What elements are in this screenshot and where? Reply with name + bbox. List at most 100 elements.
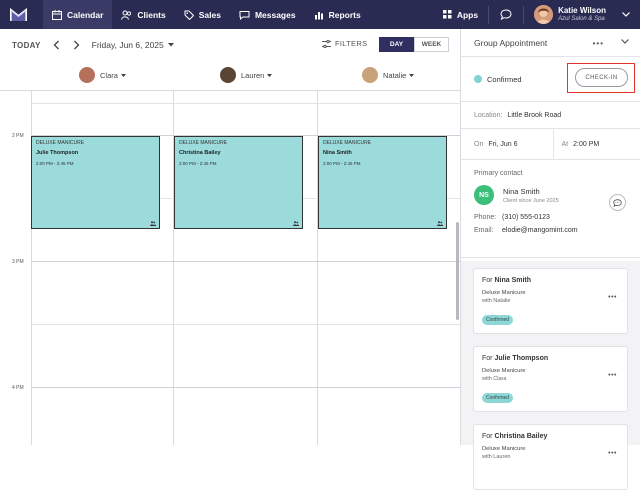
date-cell[interactable]: On Fri, Jun 6	[461, 129, 553, 159]
appointment-block[interactable]: DELUXE MANICURE Julie Thompson 2:00 PM -…	[31, 136, 160, 229]
appointment-time: 2:00 PM - 2:45 PM	[323, 161, 442, 166]
chat-bubble-icon	[613, 199, 622, 207]
user-business: Azul Salon & Spa	[558, 15, 606, 23]
time-label: 4 PM	[12, 385, 24, 391]
appointment-client: Nina Smith	[323, 150, 442, 156]
card-for-label: For	[482, 277, 493, 284]
contact-heading: Primary contact	[474, 170, 627, 177]
email-label: Email:	[474, 227, 502, 234]
nav-sales[interactable]: Sales	[175, 0, 230, 29]
location-label: Location:	[474, 112, 502, 119]
on-value: Fri, Jun 6	[488, 141, 517, 148]
contact-since: Client since June 2025	[503, 198, 559, 204]
status-text: Confirmed	[487, 75, 522, 84]
user-avatar	[534, 5, 553, 24]
filters-button[interactable]: FILTERS	[322, 39, 367, 48]
staff-column-clara[interactable]: Clara	[79, 67, 126, 83]
today-button[interactable]: TODAY	[12, 41, 41, 50]
card-service: Deluxe Manicure	[482, 368, 619, 374]
calendar-grid[interactable]: 2 PM 3 PM 4 PM DELUXE MANICURE Julie Tho…	[0, 91, 460, 445]
card-staff: with Clara	[482, 376, 619, 382]
nav-calendar[interactable]: Calendar	[43, 0, 112, 29]
reports-icon	[314, 10, 324, 20]
chevron-left-icon[interactable]	[53, 40, 60, 50]
nav-clients[interactable]: Clients	[112, 0, 174, 29]
view-week-button[interactable]: WEEK	[414, 37, 449, 52]
appointment-panel: Group Appointment ••• Confirmed CHECK-IN…	[460, 29, 640, 445]
staff-column-lauren[interactable]: Lauren	[220, 67, 272, 83]
date-label: Friday, Jun 6, 2025	[92, 40, 164, 50]
messages-icon	[239, 10, 250, 20]
time-cell[interactable]: At 2:00 PM	[553, 129, 640, 159]
chevron-right-icon[interactable]	[73, 40, 80, 50]
grid-scrollbar[interactable]	[456, 222, 459, 320]
apps-grid-icon	[443, 10, 452, 19]
staff-column-natalie[interactable]: Natalie	[362, 67, 414, 83]
time-label: 3 PM	[12, 259, 24, 265]
phone-label: Phone:	[474, 214, 502, 221]
user-name: Katie Wilson	[558, 7, 606, 15]
appointment-service: DELUXE MANICURE	[36, 140, 155, 146]
appointment-block[interactable]: DELUXE MANICURE Christina Bailey 2:00 PM…	[174, 136, 303, 229]
nav-messages-label: Messages	[255, 10, 296, 20]
filter-sliders-icon	[322, 40, 331, 48]
location-value: Little Brook Road	[507, 112, 561, 119]
appointment-service: DELUXE MANICURE	[179, 140, 298, 146]
more-options-icon[interactable]: •••	[608, 294, 617, 301]
grid-line	[31, 103, 460, 104]
member-card[interactable]: For Christina Bailey Deluxe Manicure wit…	[473, 424, 628, 490]
view-toggle: DAY WEEK	[379, 37, 449, 52]
apps-button[interactable]: Apps	[433, 10, 488, 20]
message-client-button[interactable]	[609, 194, 626, 211]
calendar-toolbar: TODAY Friday, Jun 6, 2025 FILTERS DAY WE…	[0, 29, 460, 61]
group-icon	[293, 221, 299, 226]
on-label: On	[474, 141, 483, 148]
nav-sales-label: Sales	[199, 10, 221, 20]
staff-avatar	[79, 67, 95, 83]
staff-header: Clara Lauren Natalie	[0, 61, 460, 91]
staff-avatar	[220, 67, 236, 83]
check-in-button[interactable]: CHECK-IN	[575, 68, 628, 87]
contact-avatar: NS	[474, 185, 494, 205]
email-value[interactable]: elodie@mangomint.com	[502, 227, 578, 234]
at-value: 2:00 PM	[573, 141, 599, 148]
location-row: Location: Little Brook Road	[461, 102, 640, 129]
nav-messages[interactable]: Messages	[230, 0, 305, 29]
phone-value[interactable]: (310) 555-0123	[502, 214, 550, 221]
staff-name: Clara	[100, 71, 118, 80]
chevron-down-icon	[622, 12, 630, 17]
top-nav: Calendar Clients Sales Messages Reports …	[0, 0, 640, 29]
staff-name: Lauren	[241, 71, 264, 80]
chevron-down-icon[interactable]	[621, 39, 629, 44]
group-members-list: For Nina Smith Deluxe Manicure with Nata…	[461, 261, 640, 445]
caret-down-icon	[168, 43, 174, 47]
member-card[interactable]: For Nina Smith Deluxe Manicure with Nata…	[473, 268, 628, 334]
grid-line	[31, 387, 460, 388]
more-options-icon[interactable]: •••	[608, 372, 617, 379]
nav-reports-label: Reports	[329, 10, 361, 20]
contact-person[interactable]: NS Nina Smith Client since June 2025	[474, 185, 627, 205]
status-badge: Confirmed	[482, 393, 513, 403]
member-card[interactable]: For Julie Thompson Deluxe Manicure with …	[473, 346, 628, 412]
chat-button[interactable]	[489, 9, 523, 20]
card-staff: with Natalie	[482, 298, 619, 304]
caret-down-icon	[121, 74, 126, 77]
nav-reports[interactable]: Reports	[305, 0, 370, 29]
grid-line	[31, 261, 460, 262]
more-options-icon[interactable]: •••	[593, 39, 604, 48]
view-day-button[interactable]: DAY	[379, 37, 414, 52]
card-client-name: Julie Thompson	[494, 355, 548, 362]
nav-calendar-label: Calendar	[67, 10, 103, 20]
nav-clients-label: Clients	[137, 10, 165, 20]
appointment-client: Christina Bailey	[179, 150, 298, 156]
phone-row: Phone: (310) 555-0123	[474, 214, 627, 221]
more-options-icon[interactable]: •••	[608, 450, 617, 457]
date-picker[interactable]: Friday, Jun 6, 2025	[92, 40, 174, 50]
appointment-service: DELUXE MANICURE	[323, 140, 442, 146]
appointment-block[interactable]: DELUXE MANICURE Nina Smith 2:00 PM - 2:4…	[318, 136, 447, 229]
date-time-row: On Fri, Jun 6 At 2:00 PM	[461, 129, 640, 160]
user-menu[interactable]: Katie Wilson Azul Salon & Spa	[524, 5, 640, 24]
mangomint-logo[interactable]	[10, 8, 27, 22]
card-staff: with Lauren	[482, 454, 619, 460]
time-label: 2 PM	[12, 133, 24, 139]
